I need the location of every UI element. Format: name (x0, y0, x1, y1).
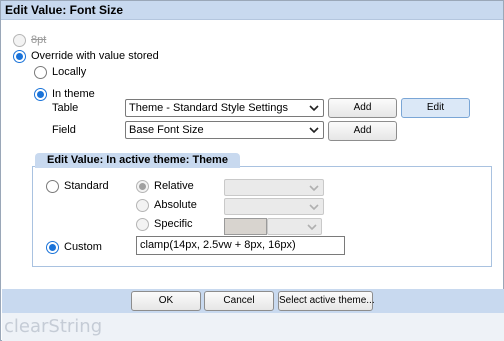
specific-value-box[interactable] (224, 218, 267, 235)
value-option[interactable]: 8pt (13, 32, 46, 48)
relative-option[interactable]: Relative (136, 178, 194, 194)
absolute-label: Absolute (154, 199, 197, 211)
select-active-theme-button[interactable]: Select active theme... (278, 291, 375, 311)
chevron-down-icon (309, 204, 319, 211)
standard-option[interactable]: Standard (46, 178, 109, 194)
window-title: Edit Value: Font Size (5, 3, 124, 17)
in-theme-radio[interactable] (34, 87, 47, 101)
absolute-select[interactable] (224, 198, 324, 215)
locally-label: Locally (52, 66, 87, 78)
ok-button[interactable]: OK (131, 291, 201, 311)
chevron-down-icon (309, 185, 319, 192)
relative-radio[interactable] (136, 179, 149, 193)
value-radio[interactable] (13, 33, 26, 47)
edit-value-dialog: Edit Value: Font Size 8pt Override with … (0, 0, 504, 341)
relative-select[interactable] (224, 179, 324, 196)
table-add-button[interactable]: Add (328, 98, 397, 118)
override-radio[interactable] (13, 49, 26, 63)
custom-option[interactable]: Custom (46, 239, 102, 255)
override-label: Override with value stored (31, 50, 159, 62)
chevron-down-icon (309, 105, 319, 112)
brand-logo: clearString (4, 316, 103, 337)
custom-label: Custom (64, 241, 102, 253)
absolute-option[interactable]: Absolute (136, 197, 197, 213)
in-theme-label: In theme (52, 88, 95, 100)
locally-option[interactable]: Locally (34, 64, 86, 80)
field-select-value: Base Font Size (129, 124, 204, 136)
specific-option[interactable]: Specific (136, 216, 193, 232)
chevron-down-icon (307, 224, 317, 231)
table-edit-button[interactable]: Edit (401, 98, 470, 118)
title-bar: Edit Value: Font Size (1, 1, 503, 20)
custom-radio[interactable] (46, 240, 59, 254)
specific-radio[interactable] (136, 217, 149, 231)
active-theme-header: Edit Value: In active theme: Theme (35, 153, 240, 168)
table-select-value: Theme - Standard Style Settings (129, 102, 288, 114)
field-label: Field (52, 124, 76, 136)
relative-label: Relative (154, 180, 194, 192)
table-label: Table (52, 102, 79, 114)
in-theme-option[interactable]: In theme (34, 86, 95, 102)
field-add-button[interactable]: Add (328, 121, 397, 141)
specific-unit-select[interactable] (267, 218, 322, 235)
cancel-button[interactable]: Cancel (204, 291, 274, 311)
table-select[interactable]: Theme - Standard Style Settings (125, 99, 324, 117)
specific-label: Specific (154, 218, 193, 230)
locally-radio[interactable] (34, 65, 47, 79)
standard-radio[interactable] (46, 179, 59, 193)
override-option[interactable]: Override with value stored (13, 48, 159, 64)
field-select[interactable]: Base Font Size (125, 121, 324, 139)
custom-value-input[interactable]: clamp(14px, 2.5vw + 8px, 16px) (136, 236, 345, 255)
standard-label: Standard (64, 180, 109, 192)
value-label: 8pt (31, 34, 47, 46)
absolute-radio[interactable] (136, 198, 149, 212)
chevron-down-icon (309, 127, 319, 134)
